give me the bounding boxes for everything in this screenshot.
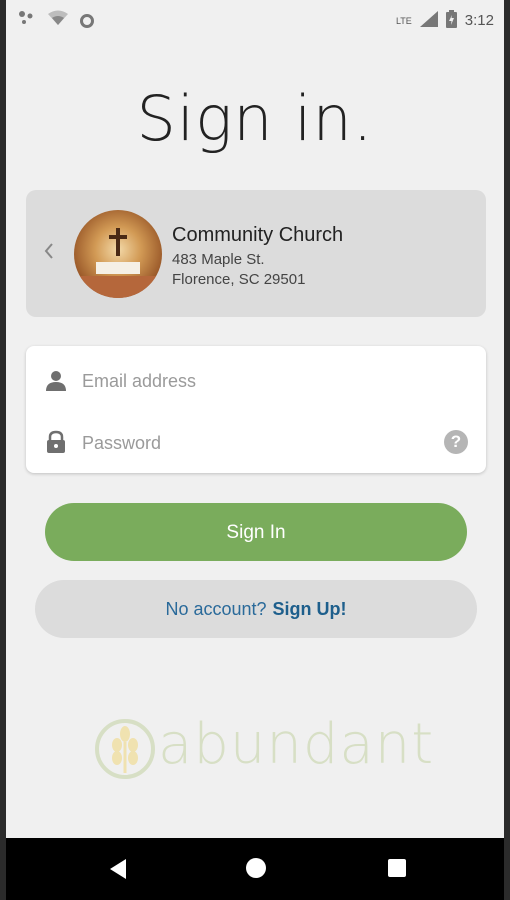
- status-bar: LTE 3:12: [6, 0, 504, 40]
- page-title: Sign in.: [136, 82, 374, 155]
- clock: 3:12: [464, 12, 494, 29]
- back-icon[interactable]: [108, 858, 128, 885]
- person-icon: [44, 368, 68, 392]
- login-form: ?: [26, 346, 486, 473]
- signup-button[interactable]: No account? Sign Up!: [35, 580, 477, 638]
- signal-icon: [419, 11, 438, 30]
- system-nav-bar: [6, 838, 504, 900]
- app-screen: LTE 3:12 Sign in. Community Church 483 M…: [6, 0, 504, 900]
- church-name: Community Church: [172, 224, 344, 246]
- logo-text: abundant: [158, 712, 435, 777]
- wheat-logo-icon: [94, 718, 156, 785]
- notification-dots-icon: [18, 10, 36, 31]
- sync-icon: [80, 13, 94, 28]
- chevron-left-icon[interactable]: [42, 240, 64, 262]
- signup-prompt: No account?: [165, 599, 267, 619]
- lock-icon: [44, 430, 68, 454]
- church-address-line1: 483 Maple St.: [172, 251, 265, 268]
- signin-button[interactable]: Sign In: [45, 503, 467, 561]
- network-type: LTE: [395, 15, 412, 26]
- church-selector[interactable]: Community Church 483 Maple St. Florence,…: [26, 190, 486, 317]
- password-row: ?: [26, 414, 486, 470]
- help-icon[interactable]: ?: [444, 430, 468, 454]
- church-photo: [74, 210, 162, 298]
- signup-link[interactable]: Sign Up!: [273, 599, 347, 619]
- wifi-icon: [48, 10, 68, 31]
- email-field[interactable]: [80, 366, 424, 396]
- abundant-logo: abundant: [94, 712, 433, 786]
- email-row: [26, 352, 486, 408]
- password-field[interactable]: [80, 428, 424, 458]
- recents-icon[interactable]: [388, 859, 406, 877]
- home-icon[interactable]: [246, 858, 266, 878]
- battery-icon: [445, 10, 457, 31]
- church-address-line2: Florence, SC 29501: [172, 271, 306, 288]
